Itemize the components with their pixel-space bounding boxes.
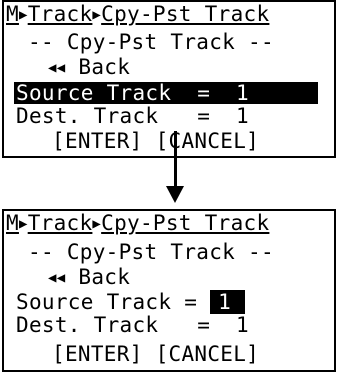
back-label: Back [78,265,131,289]
breadcrumb: M▶Track▶Cpy-Pst Track [6,3,269,25]
action-bar: [ENTER] [CANCEL] [52,343,259,365]
lcd-screen-after: M▶Track▶Cpy-Pst Track -- Cpy-Pst Track -… [2,209,336,372]
right-triangle-icon: ▶ [18,7,28,23]
dest-track-label: Dest. Track [16,104,159,128]
enter-button[interactable]: [ENTER] [52,129,143,153]
right-triangle-icon: ▶ [18,216,28,232]
source-track-value[interactable]: 1 [236,81,249,105]
dest-track-value[interactable]: 1 [236,104,249,128]
down-arrow-icon [166,186,184,203]
double-left-triangle-icon: ◀◀ [48,270,66,286]
back-menu-item[interactable]: ◀◀ Back [48,266,130,288]
lcd-screen-before: M▶Track▶Cpy-Pst Track -- Cpy-Pst Track -… [2,0,336,158]
dest-track-row[interactable]: Dest. Track = 1 [16,314,249,336]
page-title: -- Cpy-Pst Track -- [28,30,274,54]
source-track-label: Source Track [16,290,172,314]
double-left-triangle-icon: ◀◀ [48,60,66,76]
source-track-row[interactable]: Source Track = 1 [14,82,318,104]
enter-button[interactable]: [ENTER] [52,342,143,366]
source-track-label: Source Track [16,81,172,105]
breadcrumb: M▶Track▶Cpy-Pst Track [6,212,269,234]
breadcrumb-cpy-pst-track: Cpy-Pst Track [101,2,270,26]
page-title: -- Cpy-Pst Track -- [28,240,274,264]
breadcrumb-cpy-pst-track: Cpy-Pst Track [101,211,270,235]
action-bar: [ENTER] [CANCEL] [52,130,259,152]
right-triangle-icon: ▶ [92,216,102,232]
cancel-button[interactable]: [CANCEL] [156,129,260,153]
cancel-button[interactable]: [CANCEL] [156,342,260,366]
dest-track-value[interactable]: 1 [236,313,249,337]
breadcrumb-track[interactable]: Track [28,2,93,26]
source-track-row[interactable]: Source Track = 1 [16,290,246,314]
connector-line [174,131,177,191]
breadcrumb-track[interactable]: Track [28,211,93,235]
source-track-value[interactable]: 1 [210,290,246,314]
back-menu-item[interactable]: ◀◀ Back [48,56,130,78]
dest-track-label: Dest. Track [16,313,159,337]
dest-track-row[interactable]: Dest. Track = 1 [16,105,249,127]
right-triangle-icon: ▶ [92,7,102,23]
breadcrumb-menu[interactable]: M [6,2,19,26]
breadcrumb-menu[interactable]: M [6,211,19,235]
back-label: Back [78,55,131,79]
